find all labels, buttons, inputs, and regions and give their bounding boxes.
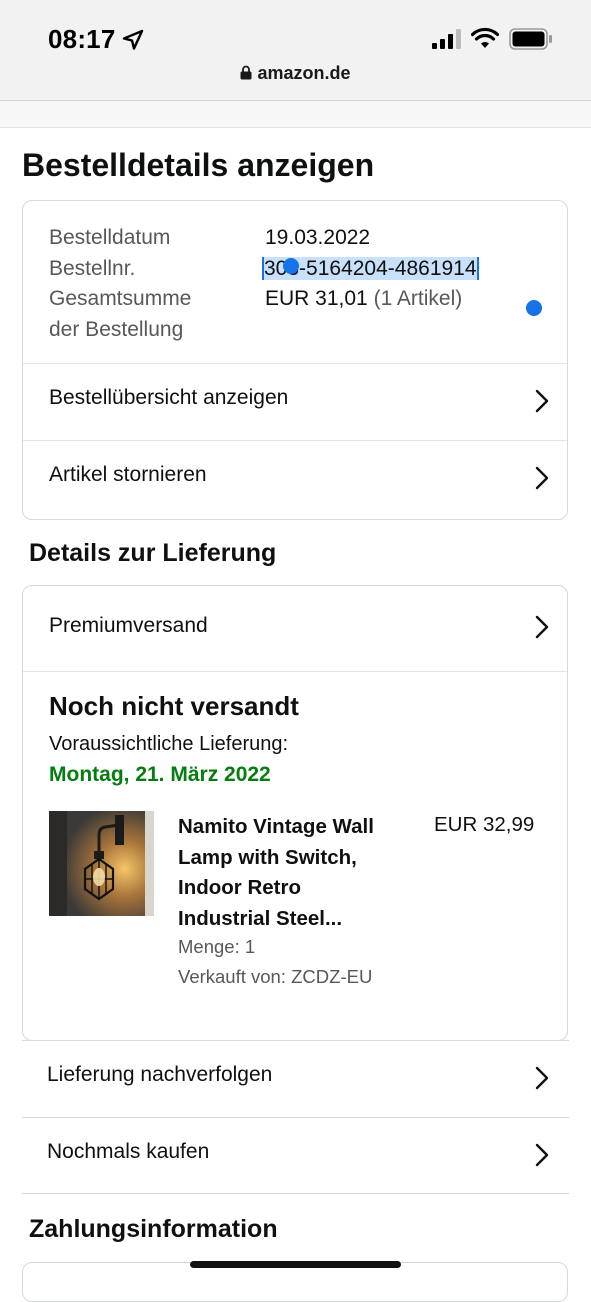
chevron-right-icon [535, 466, 549, 490]
order-info-values: 19.03.2022 303-5164204-4861914 EUR 31,01… [262, 223, 565, 315]
order-total-label-line2: der Bestellung [49, 317, 184, 341]
shipping-method-row[interactable]: Premiumversand [23, 586, 567, 671]
product-title-line: Namito Vintage Wall [178, 815, 374, 838]
selection-start-handle[interactable] [283, 258, 299, 274]
product-quantity: Menge: 1 [178, 936, 256, 957]
product-title[interactable]: Namito Vintage Wall Lamp with Switch, In… [178, 812, 423, 934]
wifi-icon [471, 27, 499, 48]
shipment-status: Noch nicht versandt [49, 691, 299, 721]
product-title-line: Industrial Steel... [178, 906, 343, 930]
order-total-label-line1: Gesamtsumme [49, 287, 192, 310]
shipping-method-label: Premiumversand [49, 614, 208, 637]
chevron-right-icon [535, 615, 549, 639]
delivery-estimate-date: Montag, 21. März 2022 [49, 763, 271, 786]
address-bar[interactable]: amazon.de [0, 63, 591, 89]
lock-icon [240, 65, 252, 80]
order-date-label: Bestelldatum [49, 226, 171, 249]
track-package-row[interactable]: Lieferung nachverfolgen [22, 1040, 569, 1117]
cancel-items-label: Artikel stornieren [49, 463, 207, 486]
chevron-right-icon [535, 1066, 549, 1090]
wall-lamp-image [49, 811, 154, 916]
buy-again-row[interactable]: Nochmals kaufen [22, 1117, 569, 1194]
view-order-summary-row[interactable]: Bestellübersicht anzeigen [23, 363, 567, 440]
divider [23, 671, 567, 672]
payment-section-title: Zahlungsinformation [29, 1215, 278, 1243]
cellular-signal-icon [432, 29, 461, 49]
page-title: Bestelldetails anzeigen [22, 147, 375, 183]
product-seller: Verkauft von: ZCDZ-EU [178, 966, 373, 987]
url-text: amazon.de [257, 63, 351, 83]
order-total-value: EUR 31,01 (1 Artikel) [265, 284, 565, 315]
order-number-label: Bestellnr. [49, 256, 136, 280]
order-summary-card: Bestelldatum Bestellnr. Gesamtsumme der … [22, 200, 568, 520]
product-image[interactable] [49, 811, 154, 916]
product-title-line: Indoor Retro [178, 876, 301, 899]
track-package-label: Lieferung nachverfolgen [47, 1063, 273, 1086]
product-price: EUR 32,99 [434, 813, 535, 836]
chevron-right-icon [535, 1143, 549, 1167]
battery-icon [509, 28, 552, 50]
browser-chrome: 08:17 amazon.de [0, 0, 591, 100]
product-title-line: Lamp with Switch, [178, 845, 357, 869]
order-date-value: 19.03.2022 [265, 226, 371, 249]
order-total-amount: EUR 31,01 [265, 287, 368, 310]
buy-again-label: Nochmals kaufen [47, 1140, 210, 1163]
cancel-items-row[interactable]: Artikel stornieren [23, 440, 567, 517]
home-indicator[interactable] [190, 1261, 401, 1268]
order-item-count: (1 Artikel) [373, 287, 463, 310]
view-order-summary-label: Bestellübersicht anzeigen [49, 386, 289, 409]
selection-end-handle[interactable] [526, 300, 542, 316]
chevron-right-icon [535, 389, 549, 413]
order-info-labels: Bestelldatum Bestellnr. Gesamtsumme der … [49, 223, 239, 345]
delivery-estimate-label: Voraussichtliche Lieferung: [49, 733, 289, 755]
delivery-section-title: Details zur Lieferung [29, 539, 277, 567]
delivery-card: Premiumversand Noch nicht versandt Vorau… [22, 585, 568, 1041]
payment-card [22, 1262, 568, 1302]
location-arrow-icon [122, 29, 144, 50]
page-header-strip [0, 100, 591, 128]
status-time: 08:17 [48, 24, 116, 54]
